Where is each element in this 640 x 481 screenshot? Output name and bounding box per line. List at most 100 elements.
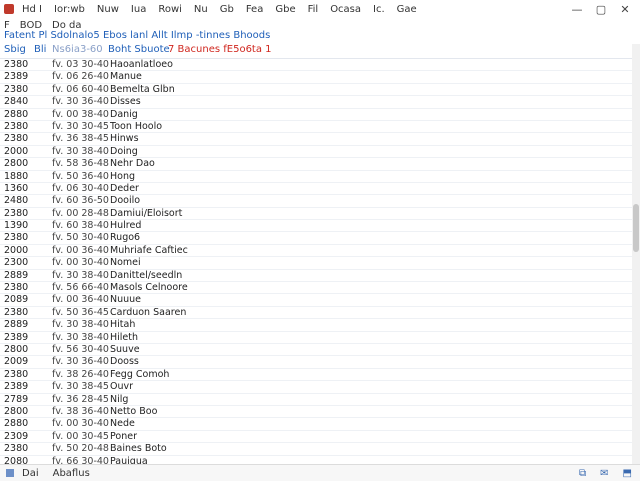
list-row[interactable]: 2480 fv. 60 36-50 Dooilo bbox=[0, 195, 632, 208]
row-id: 2380 bbox=[4, 133, 29, 145]
column-header-2[interactable]: Bli bbox=[34, 44, 46, 55]
row-name: Hinws bbox=[110, 133, 139, 145]
list-row[interactable]: 2380 fv. 30 30-45 Toon Hoolo bbox=[0, 120, 632, 134]
list-row[interactable]: 2380 fv. 38 26-40 Fegg Comoh bbox=[0, 368, 632, 382]
row-id: 2380 bbox=[4, 282, 29, 294]
list-row[interactable]: 2000 fv. 30 38-40 Doing bbox=[0, 146, 632, 159]
list-row[interactable]: 2889 fv. 30 38-40 Danittel/seedln bbox=[0, 269, 632, 283]
minimize-button[interactable]: — bbox=[570, 3, 584, 16]
close-button[interactable]: ✕ bbox=[618, 3, 632, 16]
row-time: fv. 56 30-40 bbox=[52, 343, 109, 355]
row-time: fv. 30 38-40 bbox=[52, 269, 109, 281]
record-list[interactable]: 2380 fv. 03 30-40 Haoanlatloeo 2389 fv. 06 2… bbox=[0, 58, 632, 465]
row-id: 2000 bbox=[4, 244, 29, 256]
row-name: Hileth bbox=[110, 331, 139, 343]
row-id: 2380 bbox=[4, 232, 29, 244]
list-row[interactable]: 2380 fv. 06 60-40 Bemelta Glbn bbox=[0, 83, 632, 97]
row-time: fv. 50 36-40 bbox=[52, 170, 109, 182]
list-row[interactable]: 1880 fv. 50 36-40 Hong bbox=[0, 171, 632, 183]
menu-item[interactable]: Gae bbox=[397, 4, 417, 15]
list-row[interactable]: 2380 fv. 50 36-45 Carduon Saaren bbox=[0, 306, 632, 320]
row-name: Ouvr bbox=[110, 381, 134, 393]
list-row[interactable]: 2389 fv. 30 38-45 Ouvr bbox=[0, 381, 632, 394]
row-name: Toon Hoolo bbox=[110, 120, 163, 132]
toolbar-item-doda[interactable]: Do da bbox=[52, 20, 81, 31]
row-id: 2380 bbox=[4, 368, 29, 380]
row-id: 2889 bbox=[4, 269, 29, 281]
list-row[interactable]: 2840 fv. 30 36-40 Disses bbox=[0, 96, 632, 109]
list-row[interactable]: 2389 fv. 30 38-40 Hileth bbox=[0, 332, 632, 344]
column-header-3[interactable]: Ns6ia3-60 bbox=[52, 44, 103, 55]
row-time: fv. 30 38-40 bbox=[52, 331, 109, 343]
maximize-button[interactable]: ▢ bbox=[594, 3, 608, 16]
app-icon bbox=[4, 4, 14, 14]
menu-item[interactable]: Gbe bbox=[275, 4, 295, 15]
menu-item[interactable]: Iua bbox=[131, 4, 146, 15]
list-row[interactable]: 1390 fv. 60 38-40 Hulred bbox=[0, 220, 632, 233]
list-row[interactable]: 2389 fv. 06 26-40 Manue bbox=[0, 71, 632, 84]
row-name: Masols Celnoore bbox=[110, 282, 188, 294]
menu-item[interactable]: Rowi bbox=[158, 4, 182, 15]
row-time: fv. 30 36-40 bbox=[52, 356, 109, 368]
column-header-4[interactable]: Boht Sbuote bbox=[108, 44, 170, 55]
list-row[interactable]: 2380 fv. 50 30-40 Rugo6 bbox=[0, 232, 632, 245]
list-row[interactable]: 2880 fv. 00 30-40 Nede bbox=[0, 418, 632, 431]
list-row[interactable]: 1360 fv. 06 30-40 Deder bbox=[0, 183, 632, 196]
tray-window-icon[interactable]: ⧉ bbox=[579, 468, 586, 479]
status-text-2: Abaflus bbox=[52, 467, 90, 479]
toolbar-item-f[interactable]: F bbox=[4, 20, 10, 31]
menu-item[interactable]: Hd I bbox=[22, 4, 42, 15]
row-name: Fegg Comoh bbox=[110, 368, 170, 380]
list-row[interactable]: 2300 fv. 00 30-40 Nomei bbox=[0, 257, 632, 270]
list-row[interactable]: 2800 fv. 58 36-48 Nehr Dao bbox=[0, 158, 632, 171]
vertical-scrollbar[interactable] bbox=[632, 44, 640, 464]
list-row[interactable]: 2380 fv. 56 66-40 Masols Celnoore bbox=[0, 282, 632, 295]
row-name: Bemelta Glbn bbox=[110, 83, 175, 95]
row-id: 2380 bbox=[4, 59, 29, 70]
row-name: Nuuue bbox=[110, 294, 142, 306]
tray-panel-icon[interactable]: ⬒ bbox=[623, 468, 632, 479]
list-row[interactable]: 2089 fv. 00 36-40 Nuuue bbox=[0, 294, 632, 307]
menu-item[interactable]: Nu bbox=[194, 4, 208, 15]
row-id: 2380 bbox=[4, 207, 29, 219]
list-row[interactable]: 2800 fv. 56 30-40 Suuve bbox=[0, 343, 632, 357]
status-text-1: Dai bbox=[22, 467, 39, 479]
row-id: 1390 bbox=[4, 220, 29, 232]
menu-item[interactable]: Ic. bbox=[373, 4, 385, 15]
row-id: 2840 bbox=[4, 96, 29, 108]
column-header-1[interactable]: Sbig bbox=[4, 44, 26, 55]
row-id: 2800 bbox=[4, 343, 29, 355]
menu-item[interactable]: Ocasa bbox=[330, 4, 361, 15]
list-row[interactable]: 2380 fv. 03 30-40 Haoanlatloeo bbox=[0, 59, 632, 72]
menu-item[interactable]: Ior:wb bbox=[54, 4, 85, 15]
row-id: 2300 bbox=[4, 257, 29, 269]
row-time: fv. 58 36-48 bbox=[52, 158, 109, 170]
menu-item[interactable]: Fil bbox=[308, 4, 319, 15]
list-row[interactable]: 2309 fv. 00 30-45 Poner bbox=[0, 430, 632, 444]
list-row[interactable]: 2800 fv. 38 36-40 Netto Boo bbox=[0, 405, 632, 419]
row-time: fv. 00 30-45 bbox=[52, 430, 109, 442]
status-tray: ⧉ ✉ ⬒ bbox=[579, 468, 632, 479]
row-id: 2889 bbox=[4, 319, 29, 331]
menu-item[interactable]: Gb bbox=[220, 4, 234, 15]
tray-mail-icon[interactable]: ✉ bbox=[600, 468, 608, 479]
list-row[interactable]: 2880 fv. 00 38-40 Danig bbox=[0, 109, 632, 121]
menu-item[interactable]: Nuw bbox=[97, 4, 119, 15]
list-row[interactable]: 2889 fv. 30 38-40 Hitah bbox=[0, 319, 632, 332]
menu-item[interactable]: Fea bbox=[246, 4, 264, 15]
scrollbar-thumb[interactable] bbox=[633, 204, 639, 252]
list-row[interactable]: 2009 fv. 30 36-40 Dooss bbox=[0, 356, 632, 369]
list-row[interactable]: 2380 fv. 50 20-48 Baines Boto bbox=[0, 443, 632, 456]
list-row[interactable]: 2380 fv. 00 28-48 Damiui/Eloisort bbox=[0, 207, 632, 221]
list-row[interactable]: 2789 fv. 36 28-45 Nilg bbox=[0, 394, 632, 406]
row-id: 2380 bbox=[4, 120, 29, 132]
toolbar-item-bod[interactable]: BOD bbox=[20, 20, 42, 31]
list-row[interactable]: 2380 fv. 36 38-45 Hinws bbox=[0, 133, 632, 146]
row-time: fv. 38 36-40 bbox=[52, 405, 109, 417]
column-header-5[interactable]: 7 Bacunes fE5o6ta 1 bbox=[168, 44, 272, 55]
row-name: Carduon Saaren bbox=[110, 306, 187, 318]
row-time: fv. 30 38-40 bbox=[52, 319, 109, 331]
status-bar: Dai Abaflus ⧉ ✉ ⬒ bbox=[0, 464, 640, 481]
list-row[interactable]: 2000 fv. 00 36-40 Muhriafe Caftiec bbox=[0, 244, 632, 258]
row-time: fv. 60 36-50 bbox=[52, 195, 109, 207]
